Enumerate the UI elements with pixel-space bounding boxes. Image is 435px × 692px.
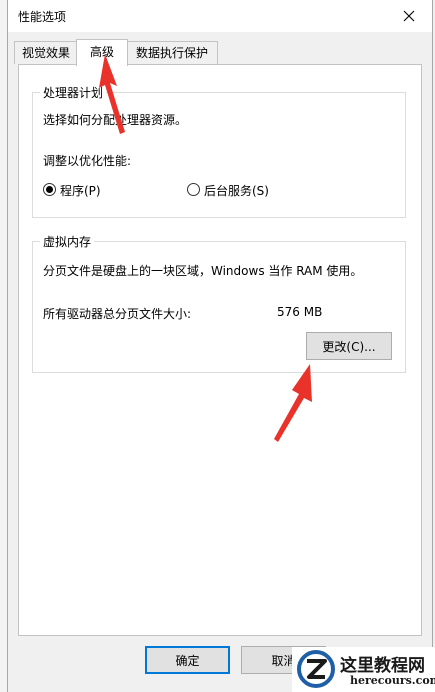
tab-label: 数据执行保护: [135, 46, 208, 60]
advanced-tab-panel: 处理器计划 选择如何分配处理器资源。 调整以优化性能: 程序(P) 后台服务(S…: [18, 64, 422, 636]
change-button[interactable]: 更改(C)...: [306, 332, 392, 360]
adjust-label: 调整以优化性能:: [43, 154, 132, 168]
radio-selected-dot: [46, 186, 53, 193]
title-bar: 性能选项: [8, 0, 432, 32]
tab-label: 视觉效果: [21, 46, 70, 60]
site-watermark: 这里教程网 herecours.com: [292, 647, 435, 692]
virtual-memory-group: 虚拟内存 分页文件是硬盘上的一块区域，Windows 当作 RAM 使用。 所有…: [32, 233, 406, 373]
watermark-url: herecours.com: [350, 674, 435, 687]
performance-options-dialog: 性能选项 视觉效果 高级 数据执行保护 处理器计划 选择如何分配处理器资源。 调…: [7, 0, 433, 692]
annotation-arrow-down-icon: [274, 364, 312, 442]
watermark-logo-icon: [297, 650, 335, 688]
total-paging-file-label: 所有驱动器总分页文件大小:: [43, 307, 192, 321]
watermark-title: 这里教程网: [340, 656, 425, 676]
annotation-arrow-up-icon: [99, 54, 125, 134]
virtual-memory-description: 分页文件是硬盘上的一块区域，Windows 当作 RAM 使用。: [43, 264, 363, 278]
processor-scheduling-group: 处理器计划 选择如何分配处理器资源。 调整以优化性能: 程序(P) 后台服务(S…: [32, 84, 406, 218]
total-paging-file-value: 576 MB: [277, 305, 323, 319]
close-icon: [403, 10, 415, 22]
background-services-radio[interactable]: [187, 183, 200, 196]
programs-radio[interactable]: [43, 183, 56, 196]
virtual-memory-title: 虚拟内存: [40, 233, 95, 250]
tab-data-execution-prevention[interactable]: 数据执行保护: [126, 41, 218, 64]
window-title: 性能选项: [18, 10, 67, 24]
tab-visual-effects[interactable]: 视觉效果: [14, 41, 78, 64]
close-button[interactable]: [386, 0, 432, 32]
background-services-radio-label[interactable]: 后台服务(S): [204, 182, 269, 199]
ok-button[interactable]: 确定: [145, 646, 230, 674]
programs-radio-label[interactable]: 程序(P): [60, 182, 101, 199]
